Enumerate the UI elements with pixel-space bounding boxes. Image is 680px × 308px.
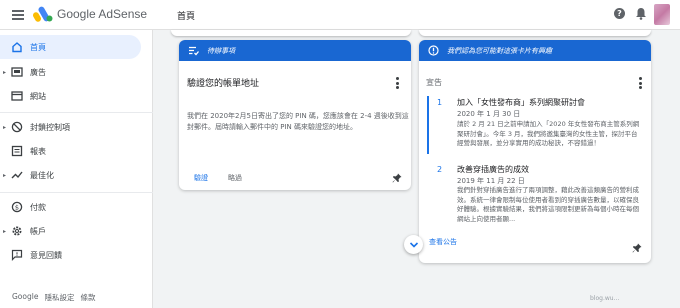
announcement-title: 加入「女性發布商」系列網聚研討會 [457, 98, 585, 107]
todo-item-description: 我們在 2020年2月5日寄出了您的 PIN 碼，您應該會在 2-4 週後收到這… [187, 112, 409, 131]
announcement-item[interactable]: 2 改善穿插廣告的成效 2019 年 11 月 22 日 我們針對穿插廣告進行了… [427, 163, 639, 223]
sidebar-item-label: 網站 [30, 91, 46, 101]
pin-icon[interactable] [632, 243, 642, 253]
sidebar-item-reports[interactable]: 報表 [0, 139, 141, 163]
info-icon [428, 45, 439, 56]
sidebar-divider [0, 192, 153, 193]
sidebar-item-ads[interactable]: ▸ 廣告 [0, 60, 141, 84]
watermark: blog.wu... [590, 295, 620, 302]
announcement-number: 1 [437, 98, 443, 107]
todo-card-header: 待辦事項 [179, 40, 411, 61]
page-title: 首頁 [177, 12, 196, 22]
footer-link-google[interactable]: Google [12, 292, 38, 303]
sidebar-item-home[interactable]: 首頁 [0, 35, 141, 59]
previous-card-edge [419, 30, 651, 36]
sidebar-item-account[interactable]: ▸ 帳戶 [0, 219, 141, 243]
app-name: Google AdSense [57, 7, 148, 21]
sidebar-item-blocking-controls[interactable]: ▸ 封鎖控制項 [0, 115, 141, 139]
sidebar-item-label: 最佳化 [30, 170, 54, 180]
announcement-date: 2020 年 1 月 30 日 [457, 110, 521, 118]
top-bar: Google AdSense 首頁 ? [0, 0, 680, 30]
expand-arrow-icon: ▸ [3, 171, 7, 179]
more-vert-icon[interactable] [395, 77, 399, 89]
more-vert-icon[interactable] [638, 77, 642, 89]
menu-icon[interactable] [12, 10, 24, 20]
todo-item-title: 驗證您的帳單地址 [187, 79, 260, 89]
announcements-card: 我們認為您可能對這張卡片有興趣 宣告 1 加入「女性發布商」系列網聚研討會 20… [419, 40, 651, 263]
announcement-date: 2019 年 11 月 22 日 [457, 177, 525, 185]
sidebar-item-label: 廣告 [30, 67, 46, 77]
sidebar-item-label: 首頁 [30, 42, 46, 52]
sidebar-item-label: 報表 [30, 146, 46, 156]
todo-card: 待辦事項 驗證您的帳單地址 我們在 2020年2月5日寄出了您的 PIN 碼，您… [179, 40, 411, 190]
sidebar-item-sites[interactable]: 網站 [0, 84, 141, 108]
announcements-card-title: 我們認為您可能對這張卡片有興趣 [447, 46, 552, 55]
previous-card-edge [171, 30, 411, 36]
ads-icon [11, 67, 23, 77]
sidebar-item-label: 付款 [30, 202, 46, 212]
sidebar-divider [0, 112, 153, 113]
announcement-text: 我們針對穿插廣告進行了兩項調整，藉此改善這類廣告的營利成效。系統一律會限制每位使… [457, 186, 639, 223]
reports-icon [11, 145, 23, 157]
app-root: Google AdSense 首頁 ? 首頁 ▸ 廣告 網站 ▸ 封鎖控制項 報… [0, 0, 680, 308]
view-announcements-link[interactable]: 查看公告 [429, 237, 457, 247]
gear-icon [12, 226, 22, 236]
verify-button[interactable]: 驗證 [194, 173, 208, 183]
sidebar: 首頁 ▸ 廣告 網站 ▸ 封鎖控制項 報表 ▸ 最佳化 $ 付款 ▸ 帳戶 意見… [0, 30, 153, 308]
todo-card-title: 待辦事項 [207, 46, 235, 55]
skip-button[interactable]: 略過 [228, 173, 242, 183]
payments-icon: $ [11, 201, 23, 213]
block-icon [11, 121, 23, 133]
help-icon[interactable]: ? [614, 8, 625, 19]
sites-icon [11, 91, 23, 101]
sidebar-item-label: 封鎖控制項 [30, 122, 70, 132]
announcement-marker [427, 96, 429, 154]
footer-link-terms[interactable]: 條款 [80, 292, 95, 303]
footer-link-privacy[interactable]: 隱私設定 [44, 292, 74, 303]
announcements-label: 宣告 [426, 78, 442, 87]
sidebar-item-feedback[interactable]: 意見回饋 [0, 243, 141, 267]
sidebar-item-label: 帳戶 [30, 226, 46, 236]
svg-text:$: $ [15, 203, 19, 211]
todo-actions: 驗證 略過 [194, 173, 242, 183]
bell-icon[interactable] [635, 7, 647, 20]
scroll-down-button[interactable] [404, 235, 423, 254]
checklist-icon [189, 46, 199, 56]
sidebar-item-label: 意見回饋 [30, 250, 62, 260]
sidebar-item-optimization[interactable]: ▸ 最佳化 [0, 163, 141, 187]
chevron-down-icon [409, 241, 418, 248]
trending-up-icon [11, 171, 23, 179]
home-icon [12, 42, 22, 53]
expand-arrow-icon: ▸ [3, 227, 7, 235]
announcement-title: 改善穿插廣告的成效 [457, 165, 529, 174]
expand-arrow-icon: ▸ [3, 68, 7, 76]
expand-arrow-icon: ▸ [3, 123, 7, 131]
pin-icon[interactable] [392, 173, 402, 183]
sidebar-item-payments[interactable]: $ 付款 [0, 195, 141, 219]
adsense-logo-icon [33, 6, 53, 22]
announcements-card-header: 我們認為您可能對這張卡片有興趣 [419, 40, 651, 61]
footer-links: Google 隱私設定 條款 [12, 292, 95, 303]
avatar[interactable] [654, 4, 670, 25]
announcement-text: 請於 2 月 21 日之前申請加入「2020 年女性發布商主管系列網聚研討會」。… [457, 120, 640, 147]
announcement-number: 2 [437, 165, 443, 174]
feedback-icon [11, 249, 23, 261]
announcement-item[interactable]: 1 加入「女性發布商」系列網聚研討會 2020 年 1 月 30 日 請於 2 … [427, 96, 639, 156]
